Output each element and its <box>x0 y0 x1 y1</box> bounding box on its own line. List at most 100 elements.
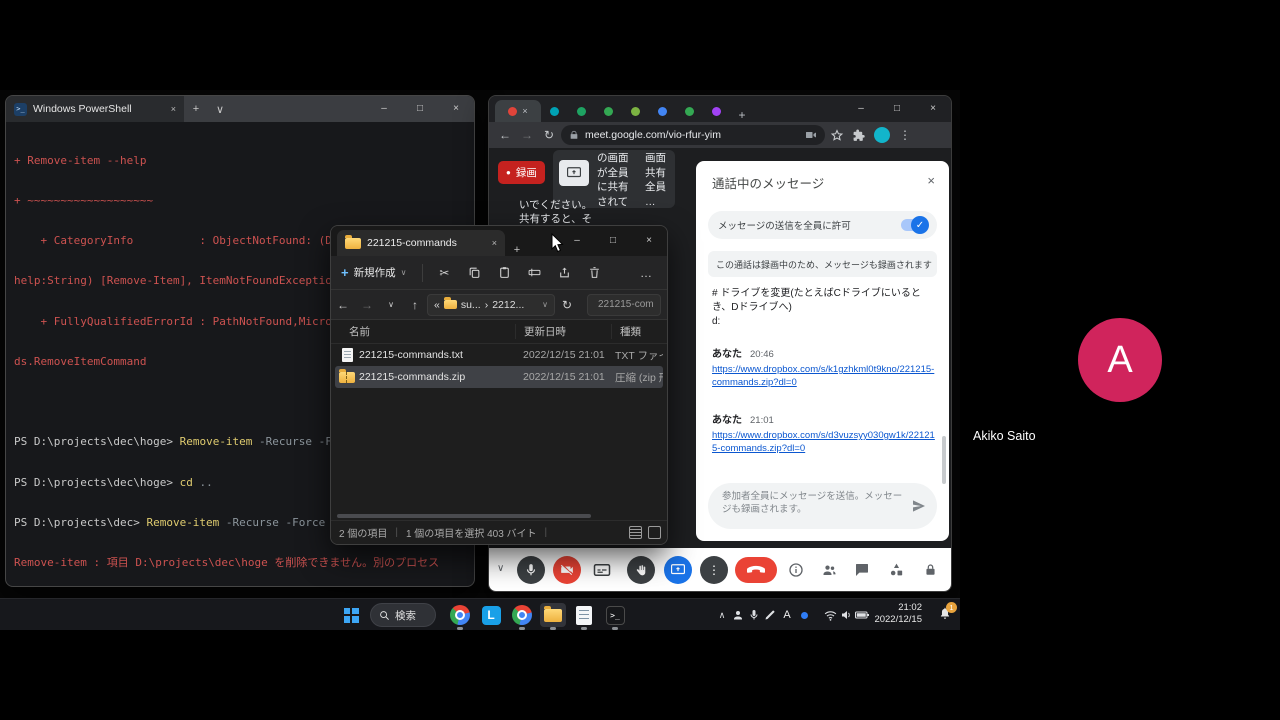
dropbox-link[interactable]: https://www.dropbox.com/s/d3vuzsyy030gw1… <box>712 429 936 455</box>
browser-tab[interactable] <box>649 100 676 122</box>
browser-tab[interactable] <box>568 100 595 122</box>
taskbar-app-l-icon[interactable]: L <box>478 603 504 627</box>
paste-button[interactable] <box>489 266 519 279</box>
explorer-maximize-button[interactable]: □ <box>595 236 631 246</box>
share-button[interactable] <box>549 266 579 279</box>
raise-hand-button[interactable] <box>627 556 655 584</box>
new-terminal-tab-button[interactable]: + <box>184 103 208 115</box>
search-input[interactable] <box>598 299 654 310</box>
browser-tab-meet[interactable]: × <box>495 100 541 122</box>
terminal-maximize-button[interactable]: □ <box>402 104 438 114</box>
tab-close-icon[interactable]: × <box>522 106 527 116</box>
mic-button[interactable] <box>517 556 545 584</box>
address-bar[interactable]: meet.google.com/vio-rfur-yim <box>561 125 825 145</box>
chrome-minimize-button[interactable]: – <box>843 104 879 114</box>
profile-avatar[interactable] <box>874 127 890 143</box>
ime-mode-indicator[interactable]: A <box>778 609 796 621</box>
file-row[interactable]: 221215-commands.txt 2022/12/15 21:01 TXT… <box>335 344 663 366</box>
meeting-details-button[interactable] <box>786 560 806 580</box>
reload-button[interactable]: ↻ <box>539 128 559 142</box>
column-type[interactable]: 種類 <box>611 324 641 339</box>
chrome-maximize-button[interactable]: □ <box>879 104 915 114</box>
host-controls-button[interactable] <box>920 560 940 580</box>
dropbox-link[interactable]: https://www.dropbox.com/s/k1gzhkml0t9kno… <box>712 363 936 389</box>
notification-bell[interactable]: 1 <box>938 606 952 625</box>
camera-in-use-icon[interactable] <box>805 129 817 141</box>
browser-tab[interactable] <box>541 100 568 122</box>
participants-button[interactable] <box>819 560 839 580</box>
back-button[interactable]: ← <box>495 128 515 142</box>
breadcrumb-parent[interactable]: su... <box>461 299 481 311</box>
chat-button[interactable] <box>852 560 872 580</box>
rename-button[interactable] <box>519 266 549 279</box>
chrome-menu-icon[interactable]: ⋮ <box>895 128 915 142</box>
tray-blue-dot-icon[interactable] <box>796 612 812 619</box>
volume-icon[interactable] <box>838 609 854 621</box>
explorer-tab[interactable]: 221215-commands × <box>337 230 505 256</box>
send-icon[interactable] <box>911 498 927 514</box>
taskbar-terminal-icon[interactable]: >_ <box>602 603 628 627</box>
tray-mic-icon[interactable] <box>746 609 762 621</box>
powershell-tab[interactable]: >_ Windows PowerShell × <box>6 96 184 122</box>
terminal-dropdown-icon[interactable]: ∨ <box>208 103 232 116</box>
site-info-lock-icon[interactable] <box>569 130 579 140</box>
powershell-titlebar[interactable]: >_ Windows PowerShell × + ∨ – □ × <box>6 96 474 122</box>
new-tab-button[interactable]: + <box>730 108 754 122</box>
chat-scrollbar[interactable] <box>942 436 946 484</box>
forward-button[interactable]: → <box>355 298 379 312</box>
back-button[interactable]: ← <box>331 298 355 312</box>
captions-button[interactable] <box>588 556 616 584</box>
recent-locations-icon[interactable]: ∨ <box>379 300 403 309</box>
new-item-button[interactable]: + 新規作成 ∨ <box>341 265 406 280</box>
browser-tab[interactable] <box>595 100 622 122</box>
taskbar-search[interactable]: 検索 <box>370 603 436 627</box>
message-input[interactable] <box>722 490 907 522</box>
taskbar-chrome-icon[interactable] <box>447 603 473 627</box>
copy-button[interactable] <box>459 266 489 279</box>
refresh-button[interactable]: ↻ <box>555 298 579 312</box>
browser-tab[interactable] <box>622 100 649 122</box>
end-call-button[interactable] <box>735 557 777 583</box>
taskbar-clock[interactable]: 21:02 2022/12/15 <box>874 602 922 626</box>
up-button[interactable]: ↑ <box>403 298 427 312</box>
breadcrumb[interactable]: « su... › 2212... ∨ <box>427 294 555 316</box>
new-explorer-tab-button[interactable]: + <box>505 244 529 256</box>
start-button[interactable] <box>338 603 364 627</box>
taskbar-explorer-icon[interactable] <box>540 603 566 627</box>
terminal-minimize-button[interactable]: – <box>366 104 402 114</box>
controls-chevron-icon[interactable]: ∨ <box>497 563 504 574</box>
browser-tab[interactable] <box>676 100 703 122</box>
wifi-icon[interactable] <box>822 610 838 621</box>
explorer-close-button[interactable]: × <box>631 236 667 246</box>
tab-close-icon[interactable]: × <box>171 104 176 114</box>
explorer-search-box[interactable] <box>587 294 661 316</box>
cut-button[interactable]: ✂ <box>429 266 459 280</box>
chrome-close-button[interactable]: × <box>915 104 951 114</box>
battery-icon[interactable] <box>854 610 870 620</box>
icons-view-button[interactable] <box>648 526 661 539</box>
terminal-close-button[interactable]: × <box>438 104 474 114</box>
horizontal-scrollbar[interactable] <box>337 514 591 518</box>
tray-pen-icon[interactable] <box>762 609 778 621</box>
column-date[interactable]: 更新日時 <box>515 324 611 339</box>
taskbar-notepad-icon[interactable] <box>571 603 597 627</box>
allow-messages-toggle[interactable]: ✓ <box>901 219 927 231</box>
taskbar-chrome-secondary-icon[interactable] <box>509 603 535 627</box>
more-options-button[interactable]: ⋮ <box>700 556 728 584</box>
see-more-button[interactable]: … <box>631 266 661 280</box>
tray-people-icon[interactable] <box>730 609 746 621</box>
breadcrumb-current[interactable]: 2212... <box>492 299 524 311</box>
camera-button[interactable] <box>553 556 581 584</box>
chat-close-button[interactable]: × <box>927 173 935 188</box>
delete-button[interactable] <box>579 266 609 279</box>
extensions-puzzle-icon[interactable] <box>849 129 869 142</box>
browser-tab[interactable] <box>703 100 730 122</box>
column-name[interactable]: 名前 <box>331 324 515 339</box>
hidden-icons-chevron[interactable]: ∧ <box>714 610 730 621</box>
chevron-down-icon[interactable]: ∨ <box>542 300 548 309</box>
details-view-button[interactable] <box>629 526 642 539</box>
tab-close-icon[interactable]: × <box>492 238 497 248</box>
activities-button[interactable] <box>886 560 906 580</box>
file-row-selected[interactable]: 221215-commands.zip 2022/12/15 21:01 圧縮 … <box>335 366 663 388</box>
present-button[interactable] <box>664 556 692 584</box>
